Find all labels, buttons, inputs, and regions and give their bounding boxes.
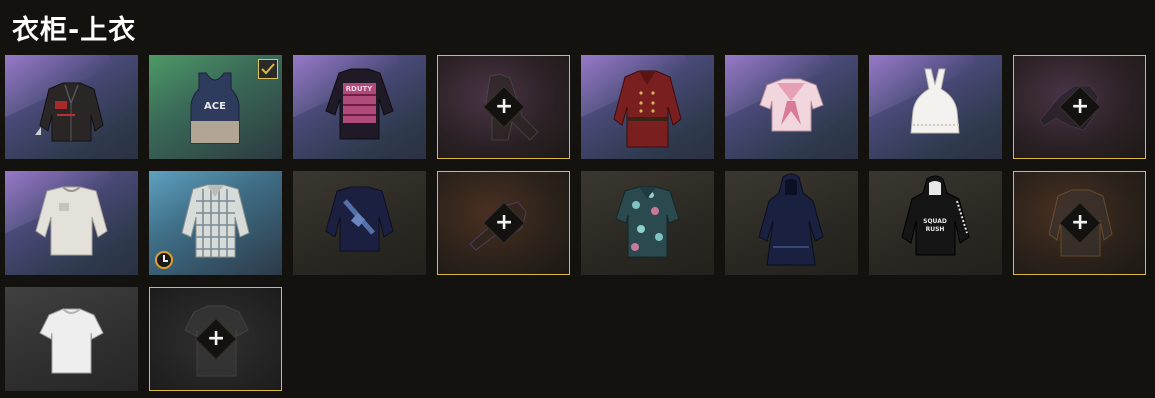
item-tile-leather-jacket[interactable] (5, 55, 138, 159)
item-tile-plaid-shirt[interactable] (149, 171, 282, 275)
empty-slot-tile[interactable]: + (1013, 171, 1146, 275)
hoodie-icon: SQUAD RUSH (901, 175, 970, 256)
sweatshirt-icon (35, 186, 108, 256)
item-tile-navy-hooded-dress[interactable] (725, 171, 858, 275)
leather-jacket-icon (35, 82, 104, 142)
hooded-dress-icon (758, 173, 824, 266)
military-coat-icon (613, 70, 682, 148)
item-tile-pink-graphic-shirt[interactable]: RDUTY (293, 55, 426, 159)
item-tile-white-sweatshirt[interactable] (5, 171, 138, 275)
item-tile-navy-sweater[interactable] (293, 171, 426, 275)
equipped-check-icon (258, 59, 278, 79)
time-limited-clock-icon (155, 251, 173, 269)
halter-top-icon (910, 68, 960, 134)
hawaiian-shirt-icon (615, 186, 680, 258)
item-tile-white-halter-top[interactable] (869, 55, 1002, 159)
page-title: 衣柜-上衣 (12, 15, 137, 46)
empty-slot-tile[interactable]: + (437, 171, 570, 275)
empty-slot-tile[interactable]: + (1013, 55, 1146, 159)
svg-text:ACE: ACE (204, 101, 226, 112)
item-tile-red-military-coat[interactable] (581, 55, 714, 159)
sailor-top-icon (759, 78, 824, 132)
svg-text:SQUAD: SQUAD (923, 218, 947, 225)
item-tile-floral-hawaiian-shirt[interactable] (581, 171, 714, 275)
tshirt-icon (39, 308, 104, 374)
wardrobe-grid: ACE RDUTY + + + SQUAD RUSH + + (5, 55, 1146, 391)
item-tile-pink-sailor-top[interactable] (725, 55, 858, 159)
item-tile-white-tshirt[interactable] (5, 287, 138, 391)
graphic-shirt-icon: RDUTY (325, 68, 394, 140)
sweater-icon (325, 186, 394, 252)
empty-slot-tile[interactable]: + (437, 55, 570, 159)
empty-slot-tile[interactable]: + (149, 287, 282, 391)
item-tile-ace-tank-top[interactable]: ACE (149, 55, 282, 159)
wardrobe-page: 衣柜-上衣 ACE RDUTY + + + SQUAD RUSH + + (0, 0, 1155, 398)
svg-text:RUSH: RUSH (926, 226, 945, 233)
item-tile-black-hoodie[interactable]: SQUAD RUSH (869, 171, 1002, 275)
svg-text:RDUTY: RDUTY (346, 85, 374, 93)
